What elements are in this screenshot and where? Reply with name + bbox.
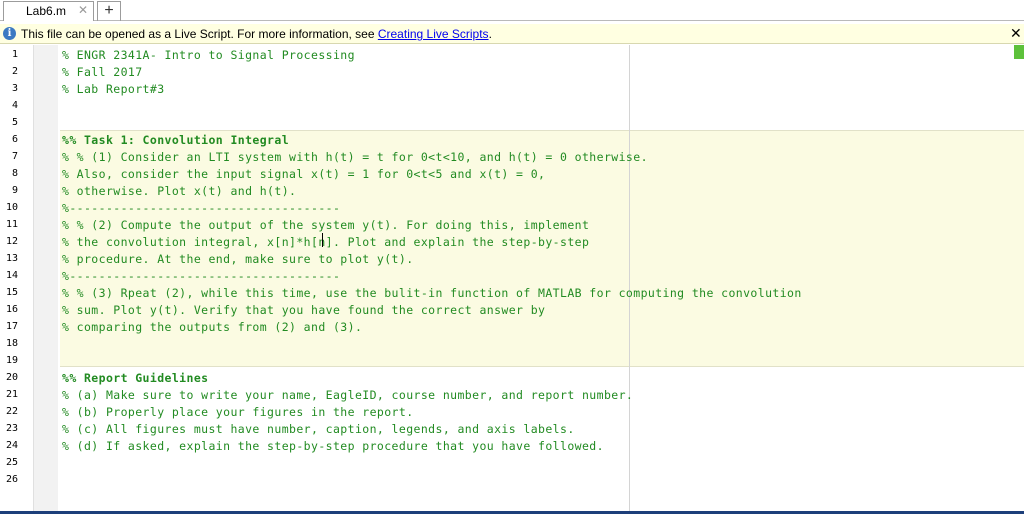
info-trailing: . [488, 27, 492, 41]
creating-live-scripts-link[interactable]: Creating Live Scripts [378, 27, 489, 41]
code-line[interactable]: %------------------------------------- [62, 269, 340, 283]
code-line[interactable]: % % (3) Rpeat (2), while this time, use … [62, 286, 802, 300]
line-number: 22 [5, 406, 18, 417]
tab-lab6[interactable]: Lab6.m ✕ [3, 1, 94, 21]
line-number: 5 [11, 117, 18, 128]
text-cursor [322, 233, 323, 247]
line-number: 20 [5, 372, 18, 383]
close-info-bar-icon[interactable]: ✕ [1010, 25, 1022, 42]
line-number: 1 [11, 49, 18, 60]
editor-tab-bar: Lab6.m ✕ + [0, 0, 1024, 21]
code-line[interactable]: % (c) All figures must have number, capt… [62, 422, 575, 436]
code-line[interactable]: % Lab Report#3 [62, 82, 165, 96]
section-header-line[interactable]: %% Report Guidelines [62, 371, 208, 385]
code-line[interactable]: % procedure. At the end, make sure to pl… [62, 252, 414, 266]
right-text-limit-line [629, 45, 630, 514]
code-line[interactable]: % (d) If asked, explain the step-by-step… [62, 439, 604, 453]
code-line[interactable]: %------------------------------------- [62, 201, 340, 215]
code-line[interactable]: % Fall 2017 [62, 65, 143, 79]
line-number: 12 [5, 236, 18, 247]
line-number: 8 [11, 168, 18, 179]
code-line[interactable]: % the convolution integral, x[n]*h[n]. P… [62, 235, 589, 249]
tab-label: Lab6.m [26, 4, 67, 18]
info-icon: i [3, 27, 16, 40]
code-line[interactable]: % sum. Plot y(t). Verify that you have f… [62, 303, 545, 317]
line-number: 11 [5, 219, 18, 230]
code-line[interactable]: % (b) Properly place your figures in the… [62, 405, 414, 419]
code-line[interactable]: % (a) Make sure to write your name, Eagl… [62, 388, 633, 402]
code-line[interactable]: % % (1) Consider an LTI system with h(t)… [62, 150, 648, 164]
line-number: 25 [5, 457, 18, 468]
line-number: 9 [11, 185, 18, 196]
line-number: 16 [5, 304, 18, 315]
line-number: 19 [5, 355, 18, 366]
line-number: 4 [11, 100, 18, 111]
line-number: 21 [5, 389, 18, 400]
code-line[interactable]: % otherwise. Plot x(t) and h(t). [62, 184, 296, 198]
line-number: 23 [5, 423, 18, 434]
info-message-text: This file can be opened as a Live Script… [21, 27, 378, 41]
code-analyzer-status-indicator[interactable] [1014, 45, 1024, 59]
line-number: 17 [5, 321, 18, 332]
line-number-gutter: 1 2 3 4 5 6 7 8 9 10 11 12 13 14 15 16 17 18 19 20 21 22 23 24 2… [0, 45, 34, 514]
code-line[interactable]: % Also, consider the input signal x(t) =… [62, 167, 545, 181]
line-number: 10 [5, 202, 18, 213]
line-number: 24 [5, 440, 18, 451]
code-line[interactable]: % % (2) Compute the output of the system… [62, 218, 589, 232]
new-tab-button[interactable]: + [97, 1, 121, 21]
line-number: 15 [5, 287, 18, 298]
code-line[interactable]: % ENGR 2341A- Intro to Signal Processing [62, 48, 355, 62]
section-header-line[interactable]: %% Task 1: Convolution Integral [62, 133, 289, 147]
line-number: 3 [11, 83, 18, 94]
code-editor[interactable]: 1 2 3 4 5 6 7 8 9 10 11 12 13 14 15 16 17 18 19 20 21 22 23 24 2… [0, 45, 1024, 514]
breakpoint-gutter[interactable] [34, 45, 58, 514]
line-number: 7 [11, 151, 18, 162]
line-number: 14 [5, 270, 18, 281]
code-line[interactable]: % comparing the outputs from (2) and (3)… [62, 320, 362, 334]
line-number: 2 [11, 66, 18, 77]
line-number: 18 [5, 338, 18, 349]
line-number: 26 [5, 474, 18, 485]
info-message: This file can be opened as a Live Script… [21, 27, 492, 41]
close-tab-icon[interactable]: ✕ [78, 3, 88, 17]
live-script-info-bar: i This file can be opened as a Live Scri… [0, 24, 1024, 44]
line-number: 6 [11, 134, 18, 145]
line-number: 13 [5, 253, 18, 264]
